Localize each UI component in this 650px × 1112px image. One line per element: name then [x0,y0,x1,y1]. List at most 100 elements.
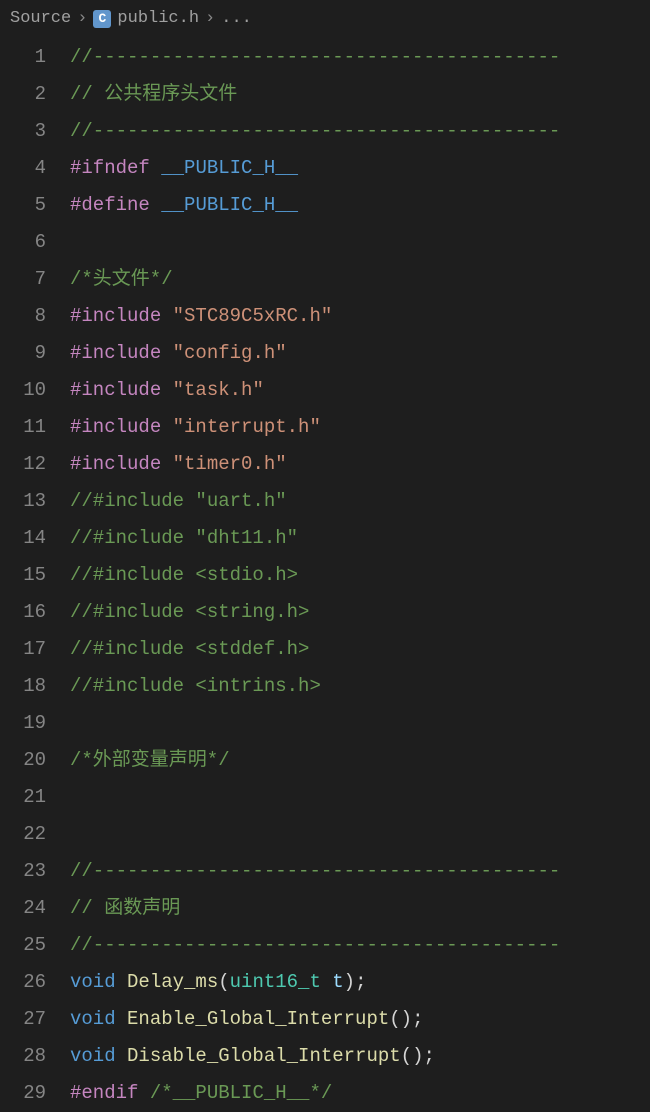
code-token: (); [401,1045,435,1067]
line-number: 11 [0,409,46,446]
chevron-right-icon: › [205,6,215,32]
line-number: 15 [0,557,46,594]
code-line[interactable]: //#include <intrins.h> [70,668,650,705]
line-number: 25 [0,927,46,964]
code-line[interactable]: //#include <string.h> [70,594,650,631]
code-token: (); [389,1008,423,1030]
code-token [150,194,161,216]
code-content[interactable]: //--------------------------------------… [70,39,650,1112]
code-token: #include [70,342,161,364]
breadcrumb-folder[interactable]: Source [10,6,71,32]
code-line[interactable]: #include "STC89C5xRC.h" [70,298,650,335]
code-token [138,1082,149,1104]
code-line[interactable]: //#include <stddef.h> [70,631,650,668]
line-number: 1 [0,39,46,76]
code-token: uint16_t [230,971,321,993]
line-number: 20 [0,742,46,779]
code-line[interactable]: //#include <stdio.h> [70,557,650,594]
code-token [116,1008,127,1030]
code-token: // 公共程序头文件 [70,83,237,105]
code-token: /*__PUBLIC_H__*/ [150,1082,332,1104]
line-number: 27 [0,1001,46,1038]
line-number: 14 [0,520,46,557]
code-token: #include [70,453,161,475]
code-token: /*外部变量声明*/ [70,749,230,771]
line-number: 19 [0,705,46,742]
code-token: #define [70,194,150,216]
line-number: 23 [0,853,46,890]
chevron-right-icon: › [77,6,87,32]
code-line[interactable]: void Disable_Global_Interrupt(); [70,1038,650,1075]
code-token: "timer0.h" [173,453,287,475]
c-file-icon: C [93,10,111,28]
line-number: 18 [0,668,46,705]
code-line[interactable]: #ifndef __PUBLIC_H__ [70,150,650,187]
line-number: 5 [0,187,46,224]
code-line[interactable]: void Enable_Global_Interrupt(); [70,1001,650,1038]
code-token: void [70,1045,116,1067]
code-token: #ifndef [70,157,150,179]
code-line[interactable]: //--------------------------------------… [70,927,650,964]
line-number: 13 [0,483,46,520]
code-line[interactable]: //--------------------------------------… [70,853,650,890]
line-number: 21 [0,779,46,816]
code-token [321,971,332,993]
code-line[interactable]: #endif /*__PUBLIC_H__*/ [70,1075,650,1112]
line-number: 17 [0,631,46,668]
code-token: __PUBLIC_H__ [161,157,298,179]
line-number: 6 [0,224,46,261]
code-token [161,305,172,327]
code-token: #include [70,379,161,401]
code-token: //#include <string.h> [70,601,309,623]
line-number: 26 [0,964,46,1001]
code-token: "config.h" [173,342,287,364]
code-line[interactable]: #include "interrupt.h" [70,409,650,446]
code-line[interactable]: /*外部变量声明*/ [70,742,650,779]
code-token [161,416,172,438]
code-token: //#include "uart.h" [70,490,287,512]
code-token: //--------------------------------------… [70,860,560,882]
breadcrumb[interactable]: Source › C public.h › ... [0,0,650,39]
code-line[interactable]: //--------------------------------------… [70,39,650,76]
code-line[interactable]: // 公共程序头文件 [70,76,650,113]
code-line[interactable]: //--------------------------------------… [70,113,650,150]
line-number-gutter: 1234567891011121314151617181920212223242… [0,39,70,1112]
code-token [161,379,172,401]
code-token: void [70,1008,116,1030]
code-line[interactable]: #include "timer0.h" [70,446,650,483]
code-token [150,157,161,179]
code-line[interactable]: /*头文件*/ [70,261,650,298]
breadcrumb-filename[interactable]: public.h [117,6,199,32]
code-token: #include [70,305,161,327]
code-token: //#include <intrins.h> [70,675,321,697]
code-token: Enable_Global_Interrupt [127,1008,389,1030]
code-line[interactable]: #define __PUBLIC_H__ [70,187,650,224]
code-token: //--------------------------------------… [70,120,560,142]
code-line[interactable]: //#include "dht11.h" [70,520,650,557]
breadcrumb-tail[interactable]: ... [221,6,252,32]
line-number: 9 [0,335,46,372]
code-token: //--------------------------------------… [70,934,560,956]
code-editor[interactable]: 1234567891011121314151617181920212223242… [0,39,650,1112]
code-line[interactable]: void Delay_ms(uint16_t t); [70,964,650,1001]
code-line[interactable] [70,224,650,261]
code-line[interactable] [70,705,650,742]
code-token: ( [218,971,229,993]
code-line[interactable]: // 函数声明 [70,890,650,927]
code-token: t [332,971,343,993]
code-line[interactable] [70,779,650,816]
code-line[interactable]: //#include "uart.h" [70,483,650,520]
code-line[interactable] [70,816,650,853]
line-number: 7 [0,261,46,298]
code-line[interactable]: #include "config.h" [70,335,650,372]
code-token: //--------------------------------------… [70,46,560,68]
code-token: Disable_Global_Interrupt [127,1045,401,1067]
line-number: 4 [0,150,46,187]
code-token: //#include <stddef.h> [70,638,309,660]
line-number: 8 [0,298,46,335]
code-token: #include [70,416,161,438]
code-token [116,1045,127,1067]
code-line[interactable]: #include "task.h" [70,372,650,409]
line-number: 24 [0,890,46,927]
code-token: ); [344,971,367,993]
